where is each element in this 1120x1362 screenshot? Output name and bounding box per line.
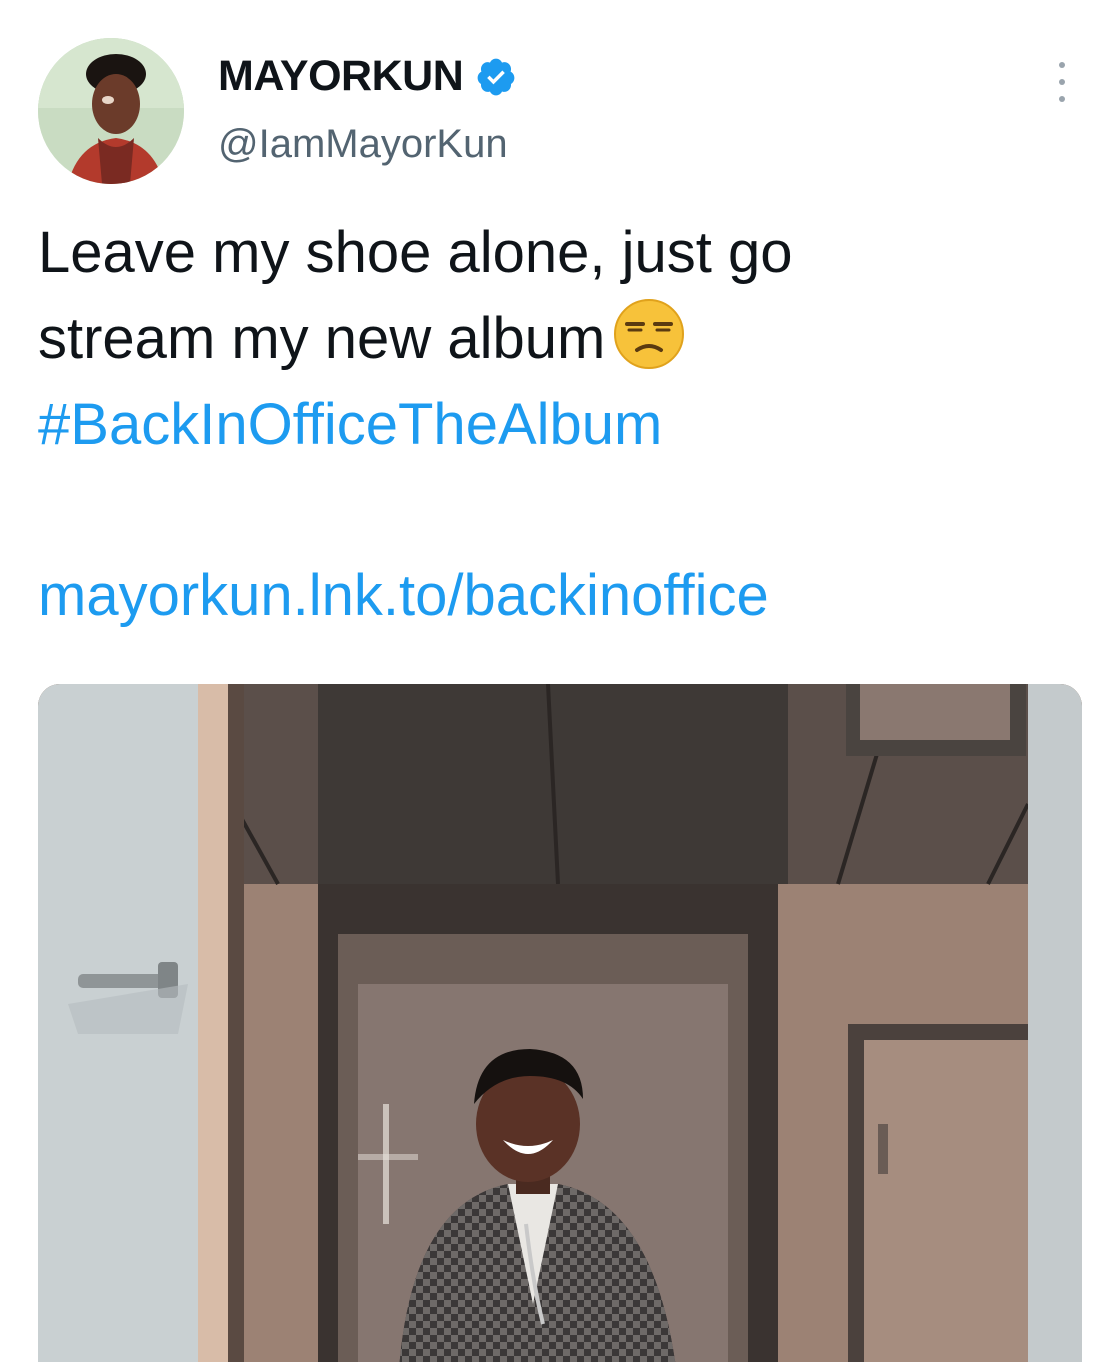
album-url-link[interactable]: mayorkun.lnk.to/backinoffice: [38, 563, 769, 628]
author-avatar[interactable]: [38, 38, 184, 184]
unamused-face-emoji-icon: [611, 296, 687, 372]
hashtag-link[interactable]: #BackInOfficeTheAlbum: [38, 382, 1078, 468]
tweet-card: MAYORKUN @IamMayorKun Leave my shoe alon…: [0, 0, 1120, 1362]
author-name-row[interactable]: MAYORKUN: [218, 52, 517, 101]
tweet-text-line-1: Leave my shoe alone, just go: [38, 220, 793, 285]
tweet-text-line-2: stream my new album: [38, 296, 1078, 382]
verified-badge-icon: [475, 56, 517, 98]
more-options-icon[interactable]: [1052, 62, 1072, 102]
tweet-body: Leave my shoe alone, just go stream my n…: [38, 210, 1078, 468]
author-handle[interactable]: @IamMayorKun: [218, 122, 508, 167]
tweet-text-line-2-text: stream my new album: [38, 306, 606, 371]
author-display-name[interactable]: MAYORKUN: [218, 52, 464, 101]
tweet-url-line: mayorkun.lnk.to/backinoffice: [38, 558, 769, 634]
tweet-photo[interactable]: [38, 684, 1082, 1362]
